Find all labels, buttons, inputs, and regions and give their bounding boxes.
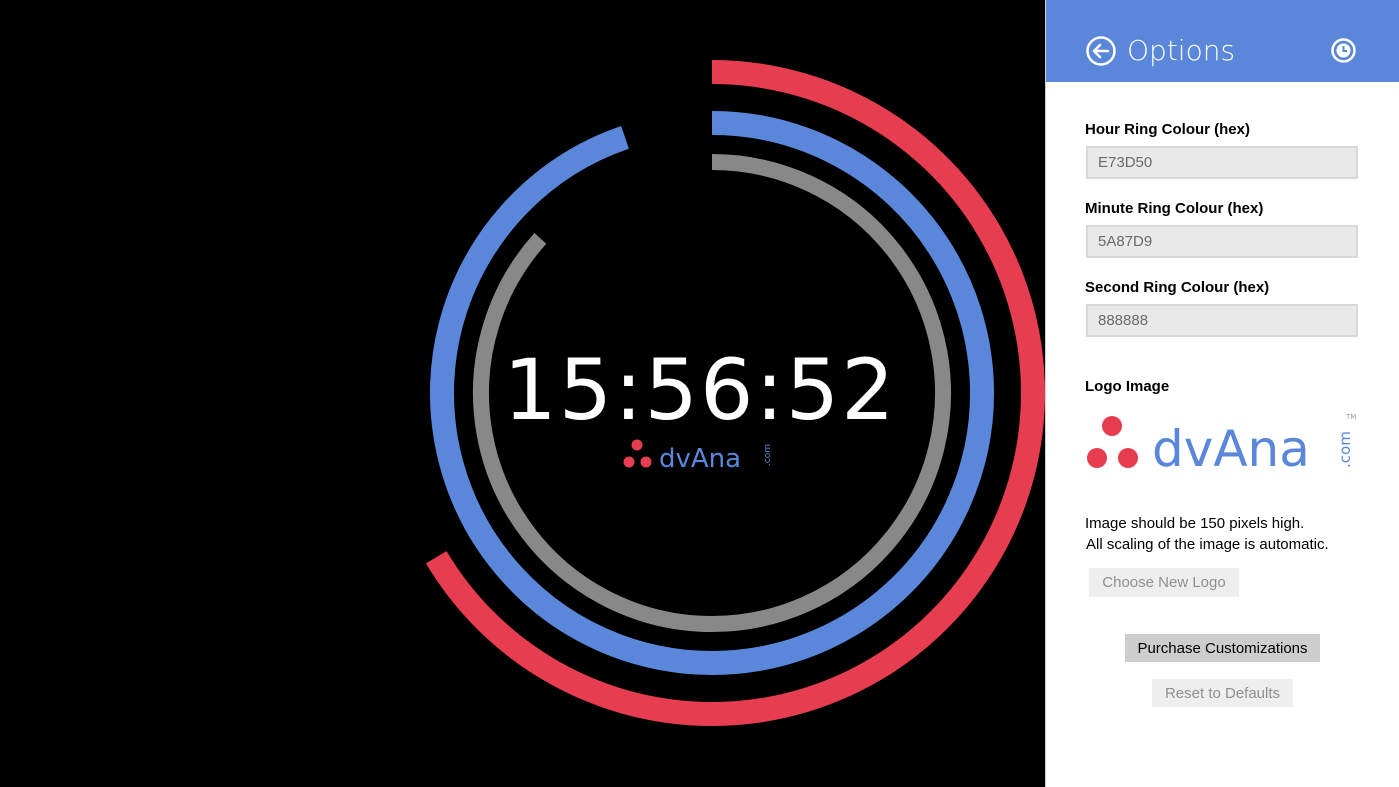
logo-image-label: Logo Image (1085, 378, 1170, 395)
second-color-label: Second Ring Colour (hex) (1085, 279, 1270, 296)
logo-image-suffix: .com (1336, 431, 1354, 468)
logo-image: dvAna .com TM (1087, 413, 1356, 478)
minute-color-input[interactable]: 5A87D9 (1086, 225, 1358, 258)
back-arrow-icon[interactable] (1086, 36, 1116, 66)
clock-logo-suffix: .com (763, 444, 773, 466)
options-header: Options (1046, 0, 1399, 82)
hour-color-input[interactable]: E73D50 (1086, 146, 1358, 179)
logo-info-line1: Image should be 150 pixels high. (1085, 515, 1305, 532)
clock-icon[interactable] (1331, 38, 1356, 63)
logo-info-line2: All scaling of the image is automatic. (1086, 536, 1329, 553)
reset-defaults-button[interactable]: Reset to Defaults (1152, 679, 1293, 707)
logo-image-text: dvAna (1152, 420, 1310, 478)
options-title: Options (1127, 34, 1236, 67)
hour-color-label: Hour Ring Colour (hex) (1085, 121, 1250, 138)
clock-logo-text: dvAna (659, 444, 741, 474)
clock-time: 15:56:52 (503, 341, 897, 439)
purchase-customizations-button[interactable]: Purchase Customizations (1125, 634, 1320, 662)
options-panel: Options Hour Ring Colour (hex) E73D50 Mi… (1045, 0, 1399, 787)
clock-logo: dvAna .com (623, 439, 773, 474)
choose-logo-button[interactable]: Choose New Logo (1089, 568, 1239, 597)
clock-display: 15:56:52 dvAna .com (0, 0, 1045, 787)
logo-image-tm: TM (1345, 413, 1356, 421)
minute-color-label: Minute Ring Colour (hex) (1085, 200, 1264, 217)
second-color-input[interactable]: 888888 (1086, 304, 1358, 337)
